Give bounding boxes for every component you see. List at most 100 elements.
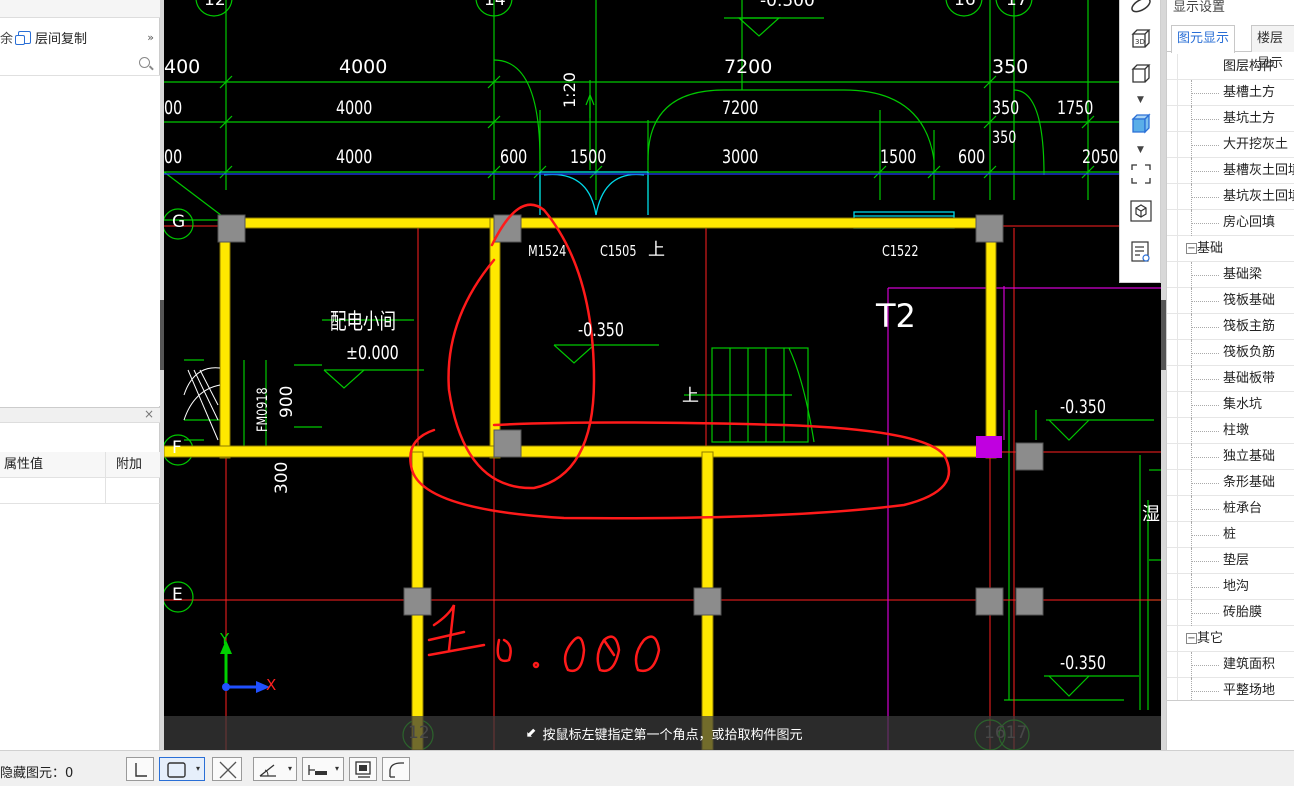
tree-item-6[interactable]: 房心回填 — [1167, 210, 1294, 236]
arc-tool-button[interactable] — [382, 757, 410, 781]
tree-collapse-icon[interactable]: − — [1186, 243, 1197, 254]
tree-connector — [1191, 483, 1219, 484]
tree-connector — [1191, 561, 1219, 562]
tree-item-label: 筏板基础 — [1223, 293, 1276, 308]
component-search-input[interactable] — [0, 54, 160, 76]
copy-floor-label: 层间复制 — [35, 31, 88, 47]
tree-item-label: 图层构件 — [1223, 59, 1276, 74]
component-list[interactable] — [0, 76, 160, 406]
tree-item-label: 地沟 — [1223, 579, 1250, 594]
search-icon[interactable] — [139, 57, 150, 68]
tree-item-5[interactable]: 基坑灰土回填 — [1167, 184, 1294, 210]
chevron-down-icon[interactable]: ▾ — [196, 765, 202, 773]
dim-text-1500: 1500 — [570, 146, 607, 168]
display-settings-button[interactable] — [1129, 240, 1153, 262]
stair-label-t2: T2 — [876, 297, 916, 335]
tree-item-9[interactable]: 筏板基础 — [1167, 288, 1294, 314]
view-solid-button[interactable] — [1129, 112, 1153, 134]
dim-text-400: 400 — [164, 56, 201, 78]
tree-grid-line — [1177, 574, 1178, 600]
tree-collapse-icon[interactable]: − — [1186, 633, 1197, 644]
view-fit-button[interactable] — [1129, 199, 1153, 222]
property-value-cell[interactable] — [0, 478, 106, 503]
tree-item-8[interactable]: 基础梁 — [1167, 262, 1294, 288]
tree-item-label: 基坑土方 — [1223, 111, 1276, 126]
tree-item-17[interactable]: 桩承台 — [1167, 496, 1294, 522]
orbit-button[interactable] — [1129, 0, 1153, 16]
tree-grid-line — [1177, 600, 1178, 626]
tree-item-1[interactable]: 基槽土方 — [1167, 80, 1294, 106]
axis-lines — [164, 225, 1164, 750]
window-label-c1505: C1505 — [600, 242, 637, 260]
fullscreen-icon — [1131, 164, 1151, 184]
tree-item-13[interactable]: 集水坑 — [1167, 392, 1294, 418]
tree-item-3[interactable]: 大开挖灰土 — [1167, 132, 1294, 158]
tree-grid-line — [1177, 496, 1178, 522]
tree-item-4[interactable]: 基槽灰土回填 — [1167, 158, 1294, 184]
properties-empty-row[interactable] — [0, 478, 160, 504]
tree-connector — [1191, 275, 1219, 276]
tree-grid-line — [1177, 418, 1178, 444]
dim-text-4000: 4000 — [339, 56, 388, 78]
axis-label-e: E — [172, 585, 183, 605]
chevron-down-icon[interactable]: ▼ — [1137, 146, 1145, 155]
dim-text-4000-c: 4000 — [336, 146, 373, 168]
tree-item-15[interactable]: 独立基础 — [1167, 444, 1294, 470]
chevron-down-icon[interactable]: ▾ — [288, 765, 294, 773]
properties-close-button[interactable]: × — [144, 407, 154, 421]
rectangle-select-button[interactable]: ▾ — [159, 757, 205, 781]
chevron-down-icon[interactable]: ▼ — [1137, 96, 1145, 105]
cross-select-button[interactable] — [212, 757, 242, 781]
tree-connector — [1191, 379, 1219, 380]
cad-drawing-canvas[interactable]: 400 4000 7200 350 00 4000 7200 350 1750 … — [164, 0, 1164, 750]
tree-connector — [1191, 457, 1219, 458]
tab-element-display[interactable]: 图元显示 — [1171, 25, 1236, 53]
tree-connector — [1191, 509, 1219, 510]
property-extra-cell[interactable] — [106, 478, 160, 503]
view-3d-button[interactable]: 3D — [1129, 27, 1153, 49]
tree-connector — [1191, 353, 1219, 354]
dim-text-7200: 7200 — [724, 56, 773, 78]
command-hint-text: 按鼠标左键指定第一个角点，或拾取构件图元 — [542, 727, 803, 743]
tree-item-20[interactable]: 地沟 — [1167, 574, 1294, 600]
dim-text-350-c: 350 — [992, 128, 1017, 148]
tree-item-19[interactable]: 垫层 — [1167, 548, 1294, 574]
left-panel: 余 层间复制 » × 属性值 附加 — [0, 0, 160, 750]
display-toggle-button[interactable] — [349, 757, 377, 781]
tree-item-10[interactable]: 筏板主筋 — [1167, 314, 1294, 340]
tree-item-24[interactable]: 平整场地 — [1167, 678, 1294, 700]
cube-in-box-icon — [1130, 200, 1152, 222]
dimension-snap-button[interactable]: ▾ — [302, 757, 344, 781]
dim-text-00: 00 — [164, 97, 183, 119]
zoom-extents-button[interactable] — [1129, 162, 1153, 184]
tree-item-12[interactable]: 基础板带 — [1167, 366, 1294, 392]
property-value-column-header: 属性值 — [0, 452, 106, 477]
toolbar-fragment-label[interactable]: 余 — [0, 28, 14, 47]
tree-item-label: 大开挖灰土 — [1223, 137, 1289, 152]
tree-grid-line — [1177, 678, 1178, 700]
tree-item-2[interactable]: 基坑土方 — [1167, 106, 1294, 132]
orthogonal-snap-button[interactable] — [126, 757, 154, 781]
tree-item-label: 基槽土方 — [1223, 85, 1276, 100]
tree-item-21[interactable]: 砖胎膜 — [1167, 600, 1294, 626]
tree-item-22[interactable]: − 其它 — [1167, 626, 1294, 652]
view-box-button[interactable] — [1129, 62, 1153, 84]
copy-floor-button[interactable]: 层间复制 — [15, 28, 88, 47]
partial-room-label: 湿 — [1142, 504, 1160, 525]
tab-floor-display[interactable]: 楼层显示 — [1251, 25, 1294, 71]
tree-item-23[interactable]: 建筑面积 — [1167, 652, 1294, 678]
tree-item-14[interactable]: 柱墩 — [1167, 418, 1294, 444]
tree-grid-line — [1177, 210, 1178, 236]
angle-snap-button[interactable]: ▾ — [253, 757, 297, 781]
tree-item-11[interactable]: 筏板负筋 — [1167, 340, 1294, 366]
tree-item-0[interactable]: 图层构件 — [1167, 54, 1294, 80]
tree-item-7[interactable]: − 基础 — [1167, 236, 1294, 262]
selected-column[interactable] — [976, 436, 1002, 458]
tree-connector — [1191, 613, 1219, 614]
toolbar-more-button[interactable]: » — [147, 31, 154, 44]
tree-item-18[interactable]: 桩 — [1167, 522, 1294, 548]
chevron-down-icon[interactable]: ▾ — [335, 765, 341, 773]
tree-item-16[interactable]: 条形基础 — [1167, 470, 1294, 496]
tree-connector — [1191, 535, 1219, 536]
tree-grid-line — [1177, 262, 1178, 288]
